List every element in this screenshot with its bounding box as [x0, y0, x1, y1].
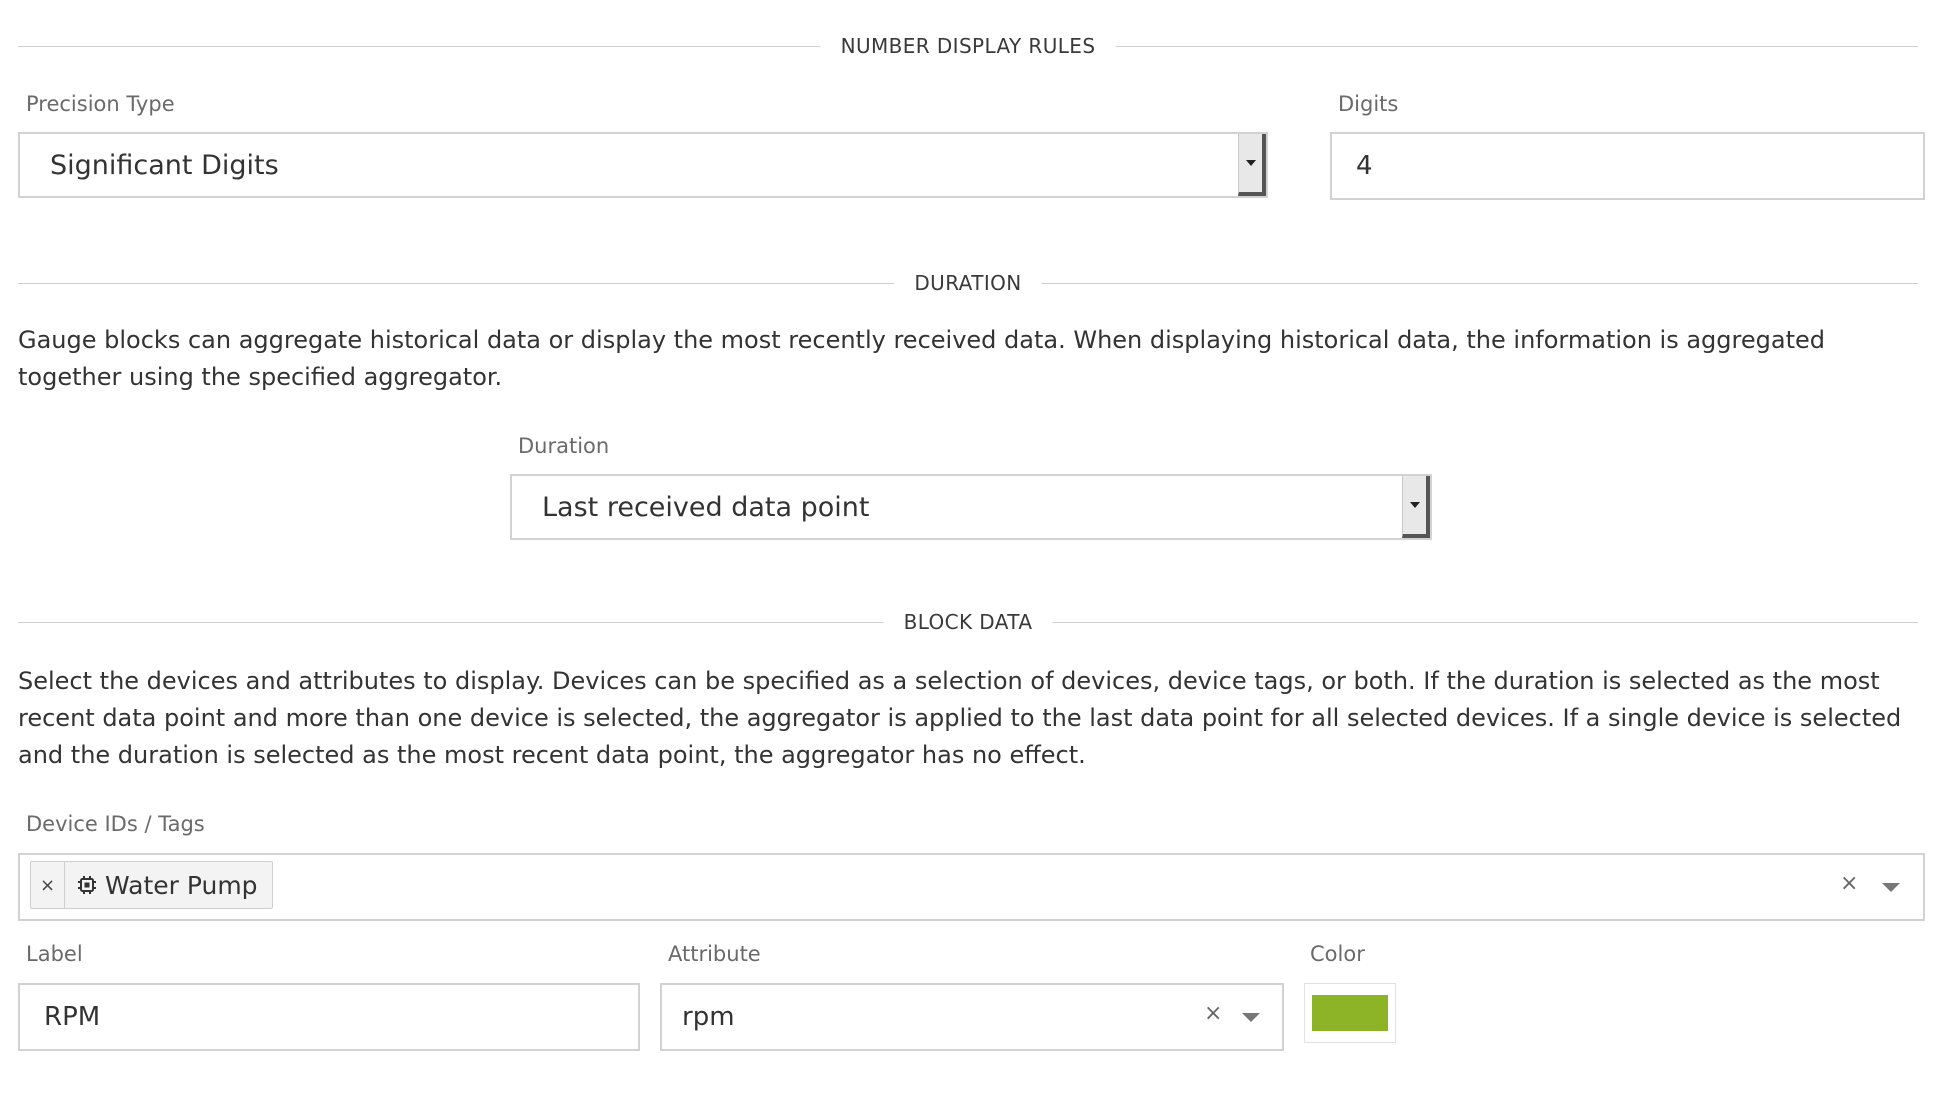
duration-description: Gauge blocks can aggregate historical da…	[18, 326, 1825, 391]
duration-value: Last received data point	[542, 491, 870, 523]
section-block-data: BLOCK DATA	[18, 607, 1918, 637]
color-field-label: Color	[1310, 942, 1365, 966]
chevron-down-icon[interactable]	[1242, 1013, 1260, 1022]
digits-input[interactable]: 4	[1330, 132, 1925, 200]
duration-dropdown-button[interactable]	[1402, 476, 1430, 538]
chip-remove-button[interactable]: ×	[31, 862, 65, 908]
duration-label: Duration	[518, 434, 610, 458]
section-number-display-rules: NUMBER DISPLAY RULES	[18, 31, 1918, 61]
device-chip-water-pump: × Water Pump	[30, 861, 273, 909]
series-label-input[interactable]: RPM	[18, 983, 640, 1051]
color-swatch	[1312, 995, 1388, 1031]
duration-select[interactable]: Last received data point	[510, 474, 1432, 540]
attribute-select[interactable]: rpm ×	[660, 983, 1284, 1051]
precision-type-select[interactable]: Significant Digits	[18, 132, 1268, 198]
block-data-description: Select the devices and attributes to dis…	[18, 667, 1902, 769]
device-ids-tags-select[interactable]: × Water Pump ×	[18, 853, 1925, 921]
chevron-down-icon[interactable]	[1882, 883, 1900, 892]
chip-label: Water Pump	[105, 870, 258, 900]
attribute-value: rpm	[682, 1002, 735, 1032]
section-title: BLOCK DATA	[883, 607, 1053, 637]
precision-type-value: Significant Digits	[50, 149, 279, 181]
precision-type-dropdown-button[interactable]	[1238, 134, 1266, 196]
clear-devices-button[interactable]: ×	[1840, 871, 1858, 896]
section-title: DURATION	[894, 268, 1042, 298]
attribute-field-label: Attribute	[668, 942, 761, 966]
clear-attribute-button[interactable]: ×	[1204, 1001, 1222, 1026]
label-field-label: Label	[26, 942, 83, 966]
caret-down-icon	[1245, 160, 1256, 166]
color-picker[interactable]	[1304, 983, 1396, 1043]
device-ids-tags-label: Device IDs / Tags	[26, 812, 205, 836]
section-title: NUMBER DISPLAY RULES	[820, 31, 1116, 61]
precision-type-label: Precision Type	[26, 92, 175, 116]
section-duration: DURATION	[18, 268, 1918, 298]
chip-icon	[77, 875, 97, 895]
digits-label: Digits	[1338, 92, 1399, 116]
caret-down-icon	[1409, 502, 1420, 508]
